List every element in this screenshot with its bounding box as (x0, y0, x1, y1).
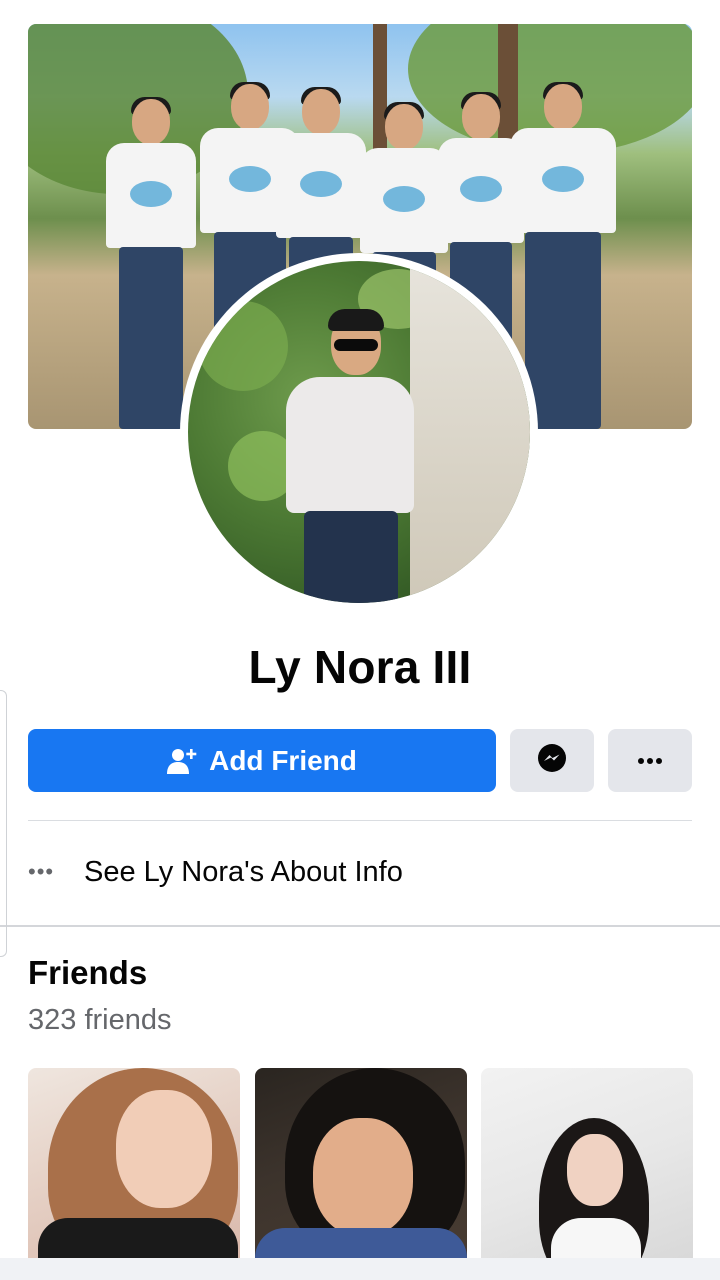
profile-name: Ly Nora III (248, 641, 472, 693)
see-about-info-link[interactable]: ••• See Ly Nora's About Info (28, 842, 692, 902)
more-options-button[interactable] (608, 729, 692, 792)
add-friend-button[interactable]: Add Friend (28, 729, 496, 792)
messenger-icon (537, 743, 567, 778)
more-dots-icon: ••• (28, 859, 55, 884)
more-dots-icon (637, 752, 663, 770)
friends-section-title[interactable]: Friends (28, 954, 147, 992)
divider (28, 820, 692, 821)
message-button[interactable] (510, 729, 594, 792)
profile-actions: Add Friend (28, 729, 692, 792)
bottom-edge (0, 1258, 720, 1280)
add-friend-icon (167, 746, 197, 776)
scroll-edge-indicator (0, 690, 7, 957)
profile-picture-image (188, 261, 530, 603)
friend-thumbnail[interactable] (255, 1068, 467, 1280)
cover-person (106, 97, 196, 429)
section-separator (0, 925, 720, 927)
add-friend-label: Add Friend (209, 744, 357, 776)
friends-count: 323 friends (28, 1004, 172, 1036)
friend-thumbnail[interactable] (28, 1068, 240, 1280)
friend-thumbnail[interactable] (481, 1068, 693, 1280)
about-info-label: See Ly Nora's About Info (84, 855, 403, 888)
profile-picture[interactable] (180, 253, 538, 611)
